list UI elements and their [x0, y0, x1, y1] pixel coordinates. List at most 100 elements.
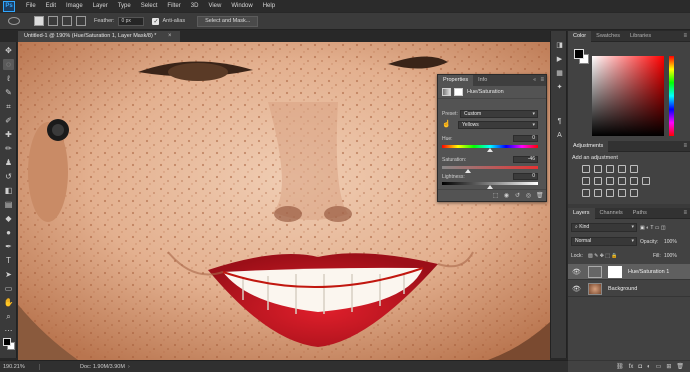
zoom-tool-icon[interactable]: ⌕ [3, 311, 14, 322]
curves-icon[interactable] [606, 165, 614, 173]
layer-style-icon[interactable]: fx [629, 364, 634, 370]
status-menu-icon[interactable]: › [128, 364, 130, 370]
document-tab[interactable]: Untitled-1 @ 190% (Hue/Saturation 1, Lay… [18, 31, 180, 42]
panel-menu-icon[interactable]: ≡ [683, 141, 687, 152]
clone-stamp-tool-icon[interactable]: ♟ [3, 157, 14, 168]
history-panel-icon[interactable]: ◨ [555, 41, 564, 50]
dodge-tool-icon[interactable]: ● [3, 227, 14, 238]
move-tool-icon[interactable]: ✥ [3, 45, 14, 56]
blend-mode-select[interactable]: Normal ▾ [571, 237, 637, 246]
foreground-color-swatch[interactable] [3, 338, 11, 346]
panel-menu-icon[interactable]: ≡ [683, 208, 687, 219]
select-and-mask-button[interactable]: Select and Mask... [197, 15, 259, 27]
tab-swatches[interactable]: Swatches [591, 31, 625, 42]
invert-icon[interactable] [582, 189, 590, 197]
trash-icon[interactable]: 🗑 [536, 192, 544, 199]
posterize-icon[interactable] [594, 189, 602, 197]
channel-mixer-icon[interactable] [630, 177, 638, 185]
layer-mask-icon[interactable] [454, 88, 463, 96]
hue-value-field[interactable]: 0 [513, 135, 538, 142]
trash-icon[interactable]: 🗑 [676, 363, 684, 370]
new-group-icon[interactable]: ▭ [656, 363, 662, 370]
tab-info[interactable]: Info [473, 75, 492, 86]
brush-settings-icon[interactable]: ✦ [555, 83, 564, 92]
quick-selection-tool-icon[interactable]: ✎ [3, 87, 14, 98]
new-layer-icon[interactable]: ⊞ [666, 363, 671, 370]
menu-3d[interactable]: 3D [186, 3, 204, 9]
link-layers-icon[interactable]: ⛓ [616, 363, 624, 370]
menu-window[interactable]: Window [226, 3, 257, 9]
color-balance-icon[interactable] [594, 177, 602, 185]
blur-tool-icon[interactable]: ◆ [3, 213, 14, 224]
zoom-level[interactable]: 190.21% [0, 363, 40, 370]
vibrance-icon[interactable] [630, 165, 638, 173]
tab-color[interactable]: Color [568, 30, 592, 42]
menu-image[interactable]: Image [61, 3, 88, 9]
saturation-slider-thumb[interactable] [464, 169, 471, 173]
layer-filter-icons[interactable]: ▣ ◐ T ▭ ◫ [640, 223, 666, 232]
lightness-value-field[interactable]: 0 [513, 173, 538, 180]
black-white-icon[interactable] [606, 177, 614, 185]
character-panel-icon[interactable]: A [555, 131, 564, 140]
marquee-tool-icon[interactable]: ◌ [3, 59, 14, 70]
eye-icon[interactable]: 👁 [572, 268, 581, 276]
menu-edit[interactable]: Edit [41, 3, 61, 9]
hue-slider-thumb[interactable] [487, 148, 493, 152]
menu-type[interactable]: Type [113, 3, 136, 9]
paragraph-panel-icon[interactable]: ¶ [555, 117, 564, 126]
new-adjustment-layer-icon[interactable]: ◐ [647, 364, 651, 370]
history-brush-tool-icon[interactable]: ↺ [3, 171, 14, 182]
add-mask-icon[interactable]: ◘ [638, 364, 642, 370]
brightness-contrast-icon[interactable] [582, 165, 590, 173]
saturation-slider-track[interactable] [442, 166, 538, 169]
tab-channels[interactable]: Channels [595, 208, 628, 219]
collapse-icon[interactable]: « [533, 75, 536, 86]
layer-filter-select[interactable]: ⌕ Kind ▾ [571, 223, 637, 232]
fill-value[interactable]: 100% [664, 251, 677, 260]
type-tool-icon[interactable]: T [3, 255, 14, 266]
color-lookup-icon[interactable] [642, 177, 650, 185]
levels-icon[interactable] [594, 165, 602, 173]
channel-select[interactable]: Yellows ▾ [458, 121, 538, 129]
brush-tool-icon[interactable]: ✏ [3, 143, 14, 154]
photo-filter-icon[interactable] [618, 177, 626, 185]
antialias-checkbox[interactable]: ✓ [152, 17, 160, 25]
threshold-icon[interactable] [606, 189, 614, 197]
layer-row-hue-saturation[interactable]: 👁 Hue/Saturation 1 [568, 264, 690, 280]
menu-file[interactable]: File [21, 3, 41, 9]
hand-tool-icon[interactable]: ✋ [3, 297, 14, 308]
menu-select[interactable]: Select [136, 3, 163, 9]
tab-adjustments[interactable]: Adjustments [568, 141, 609, 152]
path-selection-tool-icon[interactable]: ➤ [3, 269, 14, 280]
selective-color-icon[interactable] [618, 189, 626, 197]
rectangle-tool-icon[interactable]: ▭ [3, 283, 14, 294]
tab-libraries[interactable]: Libraries [625, 31, 656, 42]
lock-icons[interactable]: ▨ ✎ ✥ ⬚ 🔒 [588, 251, 618, 260]
foreground-background-colors[interactable] [3, 338, 15, 351]
close-tab-icon[interactable]: × [168, 31, 172, 42]
menu-help[interactable]: Help [258, 3, 280, 9]
tab-properties[interactable]: Properties [438, 75, 474, 86]
menu-layer[interactable]: Layer [88, 3, 113, 9]
new-selection-icon[interactable] [34, 16, 44, 26]
menu-view[interactable]: View [203, 3, 226, 9]
healing-brush-tool-icon[interactable]: ✚ [3, 129, 14, 140]
eraser-tool-icon[interactable]: ◧ [3, 185, 14, 196]
saturation-value-field[interactable]: -46 [513, 156, 538, 163]
subtract-from-selection-icon[interactable] [62, 16, 72, 26]
hue-spectrum-bar[interactable] [669, 56, 674, 136]
crop-tool-icon[interactable]: ⌗ [3, 101, 14, 112]
menu-filter[interactable]: Filter [162, 3, 185, 9]
more-tools-icon[interactable]: ⋯ [3, 325, 14, 336]
layer-mask-thumbnail[interactable] [608, 266, 622, 278]
visibility-icon[interactable]: ◎ [525, 192, 532, 199]
elliptical-marquee-icon[interactable] [8, 17, 20, 25]
tab-paths[interactable]: Paths [628, 208, 652, 219]
feather-input[interactable]: 0 px [118, 16, 145, 26]
layer-row-background[interactable]: 👁 Background [568, 281, 690, 297]
view-previous-icon[interactable]: ◉ [503, 192, 510, 199]
gradient-tool-icon[interactable]: ▤ [3, 199, 14, 210]
tab-layers[interactable]: Layers [568, 207, 595, 219]
panel-menu-icon[interactable]: ≡ [683, 31, 687, 42]
reset-icon[interactable]: ↺ [514, 192, 521, 199]
